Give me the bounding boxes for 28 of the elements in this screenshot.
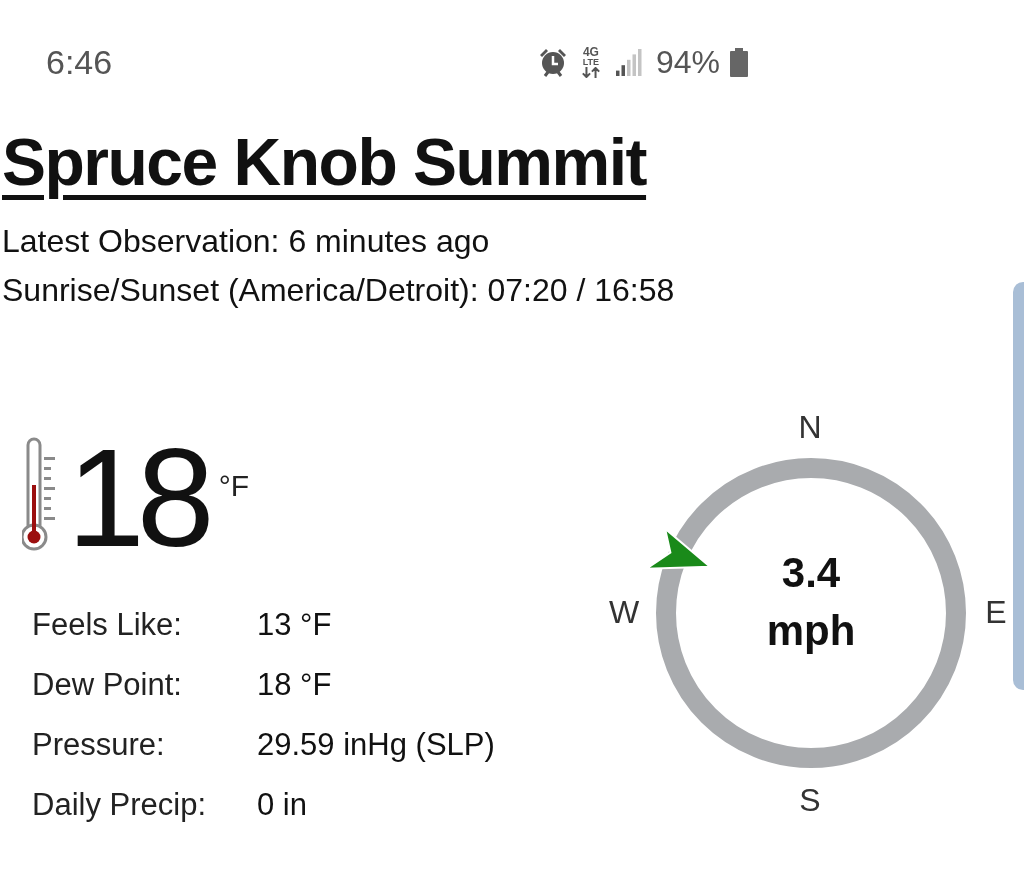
signal-strength-icon: [615, 48, 642, 76]
compass-letter: W: [608, 594, 640, 630]
wind-speed: 3.4: [781, 548, 841, 598]
detail-value: 13 °F: [257, 606, 333, 644]
thermometer-icon: [22, 437, 55, 553]
data-transfer-arrows-icon: [580, 66, 601, 78]
detail-label: Feels Like:: [32, 606, 183, 644]
compass-letter: S: [799, 782, 821, 818]
network-type-label: 4G: [582, 46, 599, 58]
edge-panel-handle[interactable]: [1013, 282, 1024, 690]
detail-label: Daily Precip:: [32, 786, 207, 824]
detail-value: 29.59 inHg (SLP): [257, 726, 495, 764]
battery-icon: [730, 47, 748, 77]
network-subtype-label: LTE: [582, 57, 600, 67]
temperature-value: 18: [67, 426, 209, 570]
battery-percentage: 94%: [655, 43, 720, 81]
detail-value: 0 in: [257, 786, 308, 824]
station-title: Spruce Knob Summit: [2, 124, 647, 201]
wind-speed-unit: mph: [766, 606, 856, 656]
status-time: 6:46: [46, 42, 113, 82]
temperature-unit: °F: [218, 471, 250, 501]
detail-label: Pressure:: [32, 726, 166, 764]
detail-value: 18 °F: [257, 666, 333, 704]
compass-letter: N: [798, 409, 822, 445]
compass-letter: E: [985, 594, 1007, 630]
detail-label: Dew Point:: [32, 666, 183, 704]
observation-time: Latest Observation: 6 minutes ago: [2, 222, 490, 261]
sunrise-sunset: Sunrise/Sunset (America/Detroit): 07:20 / 16:58: [2, 271, 675, 310]
